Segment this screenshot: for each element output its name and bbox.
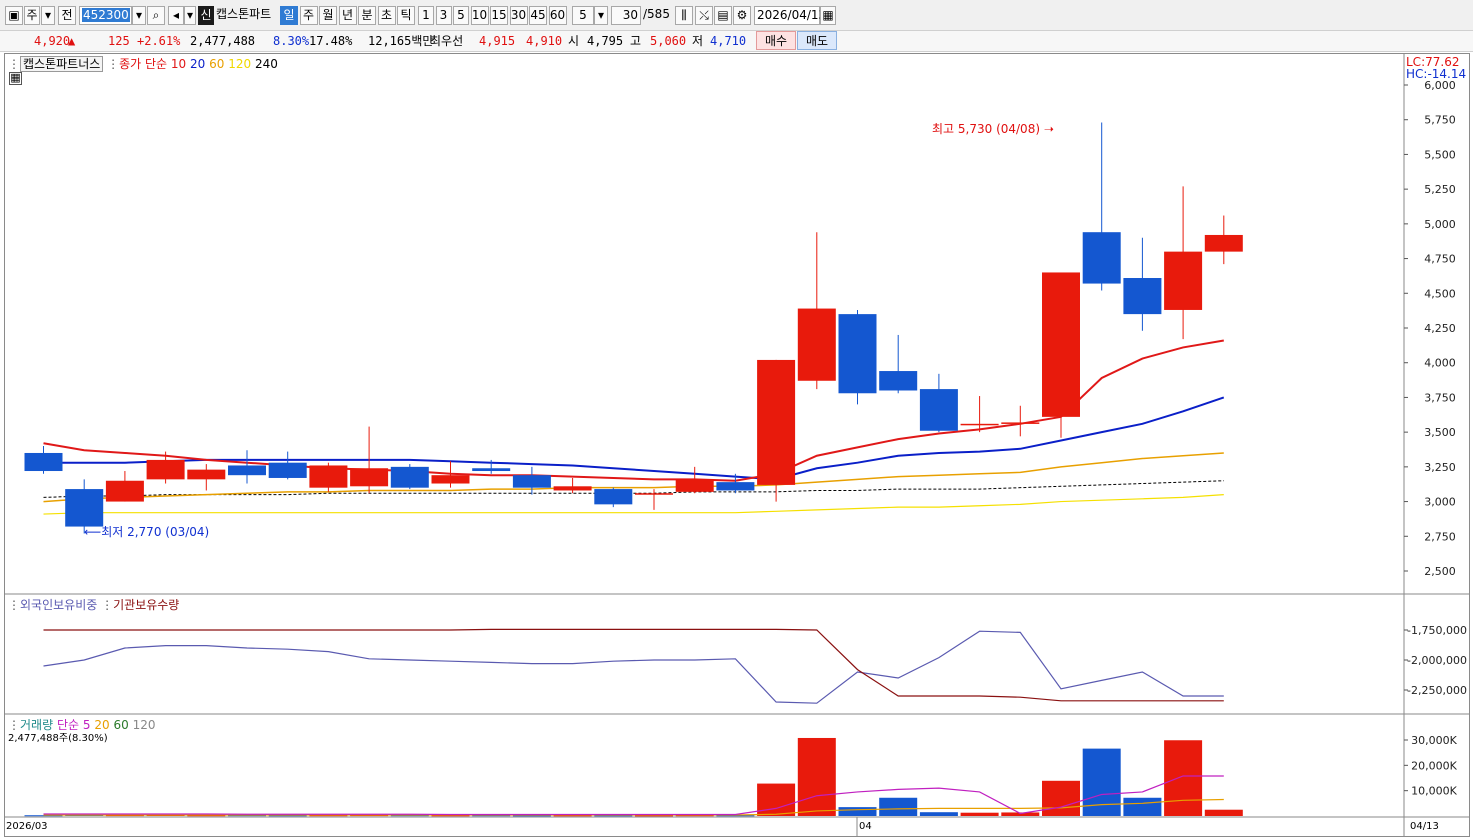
volume-bar xyxy=(1042,780,1080,816)
volume-bar xyxy=(919,812,958,816)
candle-body xyxy=(65,489,104,527)
y-tick-label: 30,000K xyxy=(1411,734,1457,747)
menu-dots-icon[interactable]: ⋮ xyxy=(8,57,20,71)
holding-legend: ⋮외국인보유비중 ⋮기관보유수량 xyxy=(8,596,179,613)
candle-body xyxy=(512,475,551,488)
chart-canvas: 6,0005,7505,5005,2505,0004,7504,5004,250… xyxy=(5,54,1469,836)
y-tick-label: 3,750 xyxy=(1424,391,1456,404)
ma10-label[interactable]: 10 xyxy=(171,57,186,71)
inst-holding-line xyxy=(43,628,1224,702)
y-tick-label: 4,500 xyxy=(1424,287,1456,300)
y-tick-label: 3,000 xyxy=(1424,496,1456,509)
candle-body xyxy=(1164,251,1203,310)
candle-body xyxy=(960,423,999,426)
stock-name-label[interactable]: 캡스톤파트너스 xyxy=(20,56,104,72)
foreign-ratio-line xyxy=(43,630,1224,704)
hc-value: HC:-14.14 xyxy=(1406,67,1467,81)
candle-body xyxy=(716,482,755,491)
candle-body xyxy=(187,469,226,480)
table-icon[interactable]: ▦ xyxy=(9,72,22,85)
candle-body xyxy=(675,479,714,492)
y-tick-label: -2,250,000 xyxy=(1407,684,1467,697)
y-tick-label: 20,000K xyxy=(1411,759,1457,772)
candle-body xyxy=(1001,422,1040,424)
volume-bar xyxy=(757,783,796,816)
y-tick-label: -1,750,000 xyxy=(1407,624,1467,637)
x-axis-start: 2026/03 xyxy=(6,821,48,832)
y-tick-label: 2,750 xyxy=(1424,530,1456,543)
candle-body xyxy=(757,359,796,485)
volume-summary: 2,477,488주(8.30%) xyxy=(8,733,108,744)
candle-body xyxy=(431,475,470,484)
y-tick-label: 4,750 xyxy=(1424,253,1456,266)
y-tick-label: 5,000 xyxy=(1424,218,1456,231)
y-tick-label: 10,000K xyxy=(1411,785,1457,798)
ma20-label[interactable]: 20 xyxy=(190,57,205,71)
candle-body xyxy=(838,314,877,394)
volume-bar xyxy=(838,807,877,816)
candle-body xyxy=(635,493,673,495)
y-tick-label: -2,000,000 xyxy=(1407,654,1467,667)
foreign-ratio-label[interactable]: 외국인보유비중 xyxy=(20,598,97,612)
candle-body xyxy=(1204,234,1243,252)
y-tick-label: 2,500 xyxy=(1424,565,1456,578)
y-tick-label: 4,250 xyxy=(1424,322,1456,335)
menu-dots-icon[interactable]: ⋮ xyxy=(101,598,113,612)
y-tick-label: 5,750 xyxy=(1424,114,1456,127)
ma120-label[interactable]: 120 xyxy=(228,57,251,71)
candle-body xyxy=(24,452,63,472)
candle-body xyxy=(309,465,348,488)
ma120-line xyxy=(43,494,1224,515)
x-axis-month: 04 xyxy=(859,821,872,832)
candle-body xyxy=(879,371,918,391)
y-tick-label: 3,500 xyxy=(1424,426,1456,439)
y-tick-label: 5,500 xyxy=(1424,148,1456,161)
vol-ma60-label[interactable]: 60 xyxy=(113,718,128,732)
candle-body xyxy=(472,468,511,472)
volume-bar xyxy=(879,797,918,816)
ma240-line xyxy=(43,480,1224,498)
inst-holding-label[interactable]: 기관보유수량 xyxy=(113,598,179,612)
high-annotation: 최고 5,730 (04/08) ➝ xyxy=(932,122,1054,136)
candle-body xyxy=(390,466,429,488)
candle-body xyxy=(146,459,185,480)
volume-bar xyxy=(1204,809,1243,816)
vol-ma120-label[interactable]: 120 xyxy=(133,718,156,732)
candle-body xyxy=(553,486,592,491)
volume-bar xyxy=(1123,797,1162,816)
candle-body xyxy=(919,389,958,431)
y-tick-label: 4,000 xyxy=(1424,357,1456,370)
price-legend: ⋮ 캡스톤파트너스 ⋮종가 단순 10 20 60 120 240 xyxy=(8,55,278,72)
candle-body xyxy=(105,480,144,502)
ma240-label[interactable]: 240 xyxy=(255,57,278,71)
y-tick-label: 5,250 xyxy=(1424,183,1456,196)
low-annotation: ⟵최저 2,770 (03/04) xyxy=(84,525,210,539)
volume-bar xyxy=(797,737,836,816)
ma-title[interactable]: 종가 단순 xyxy=(119,57,167,71)
y-tick-label: 3,250 xyxy=(1424,461,1456,474)
menu-dots-icon[interactable]: ⋮ xyxy=(8,598,20,612)
candle-body xyxy=(797,308,836,381)
candle-body xyxy=(228,465,266,476)
x-axis-end: 04/13 xyxy=(1410,821,1439,832)
volume-bar xyxy=(1164,740,1203,816)
menu-dots-icon[interactable]: ⋮ xyxy=(107,57,119,71)
candle-body xyxy=(594,489,633,505)
candle-body xyxy=(1042,272,1080,417)
candle-body xyxy=(1082,232,1121,284)
candle-body xyxy=(268,462,307,478)
volume-bar xyxy=(960,812,999,816)
ma60-label[interactable]: 60 xyxy=(209,57,224,71)
candle-body xyxy=(1123,278,1162,315)
candle-body xyxy=(350,468,389,487)
